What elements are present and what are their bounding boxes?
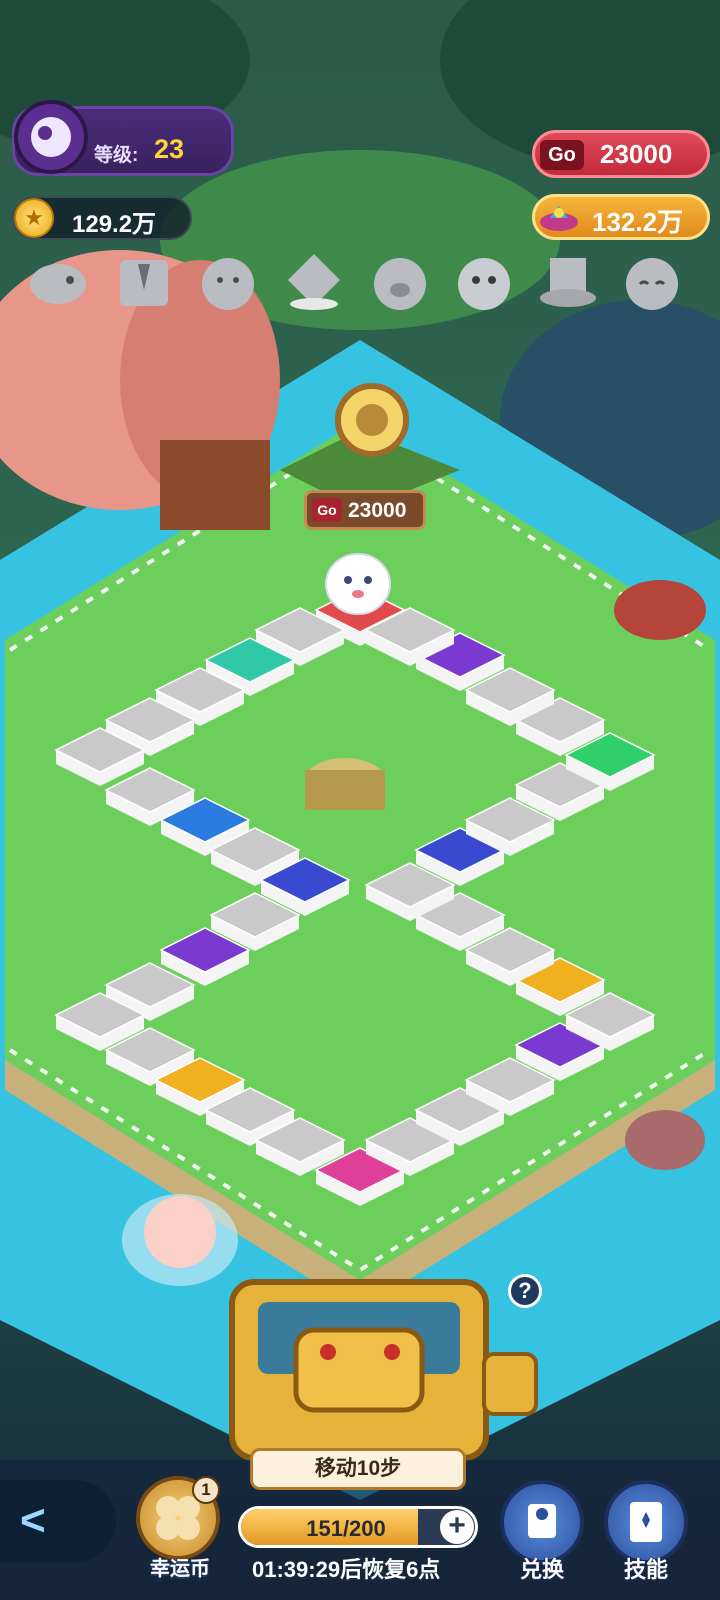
lucky-coin-label: 幸运币 <box>150 1558 210 1580</box>
skill-book-icon <box>630 1502 662 1542</box>
collectible-hat[interactable] <box>536 250 600 314</box>
exchange-icon <box>528 1504 556 1538</box>
back-arrow-icon[interactable]: < <box>20 1499 70 1543</box>
avatar-icon <box>31 117 71 157</box>
go-currency-icon: Go <box>540 140 584 170</box>
collectible-bird[interactable] <box>196 250 260 314</box>
skill-label: 技能 <box>623 1557 668 1582</box>
exchange-label: 兑换 <box>519 1557 564 1582</box>
coin-value: 129.2万 <box>72 211 157 238</box>
collectible-pufferfish[interactable] <box>452 250 516 314</box>
board-background <box>0 0 720 1600</box>
player-avatar[interactable] <box>14 100 88 174</box>
level-value: 23 <box>154 134 185 164</box>
sign-reward-value: 23000 <box>348 499 407 522</box>
add-energy-button[interactable]: + <box>440 1510 474 1544</box>
gold-coin-icon: ★ <box>14 198 54 238</box>
energy-recover-timer: 01:39:29后恢复6点 <box>252 1557 441 1582</box>
player-token <box>325 553 391 615</box>
gem-pile-icon <box>540 206 578 231</box>
go-currency-value: 23000 <box>600 139 673 169</box>
energy-text: 151/200 <box>306 1516 386 1541</box>
collectible-suit[interactable] <box>112 250 176 314</box>
collectible-diamond[interactable] <box>282 250 346 314</box>
help-button[interactable]: ? <box>508 1274 542 1308</box>
collectible-fish[interactable] <box>26 250 90 314</box>
game-scene: 等级: 23 ★ 129.2万 Go 23000 132.2万 Go 23000 <box>0 0 720 1600</box>
sign-go-icon: Go <box>312 498 342 522</box>
collectible-owl[interactable] <box>620 250 684 314</box>
level-label: 等级: <box>94 145 139 166</box>
lucky-coin-badge: 1 <box>192 1476 220 1504</box>
gem-value: 132.2万 <box>592 207 684 237</box>
move-steps-label[interactable]: 移动10步 <box>250 1448 466 1490</box>
collectible-pig[interactable] <box>368 250 432 314</box>
